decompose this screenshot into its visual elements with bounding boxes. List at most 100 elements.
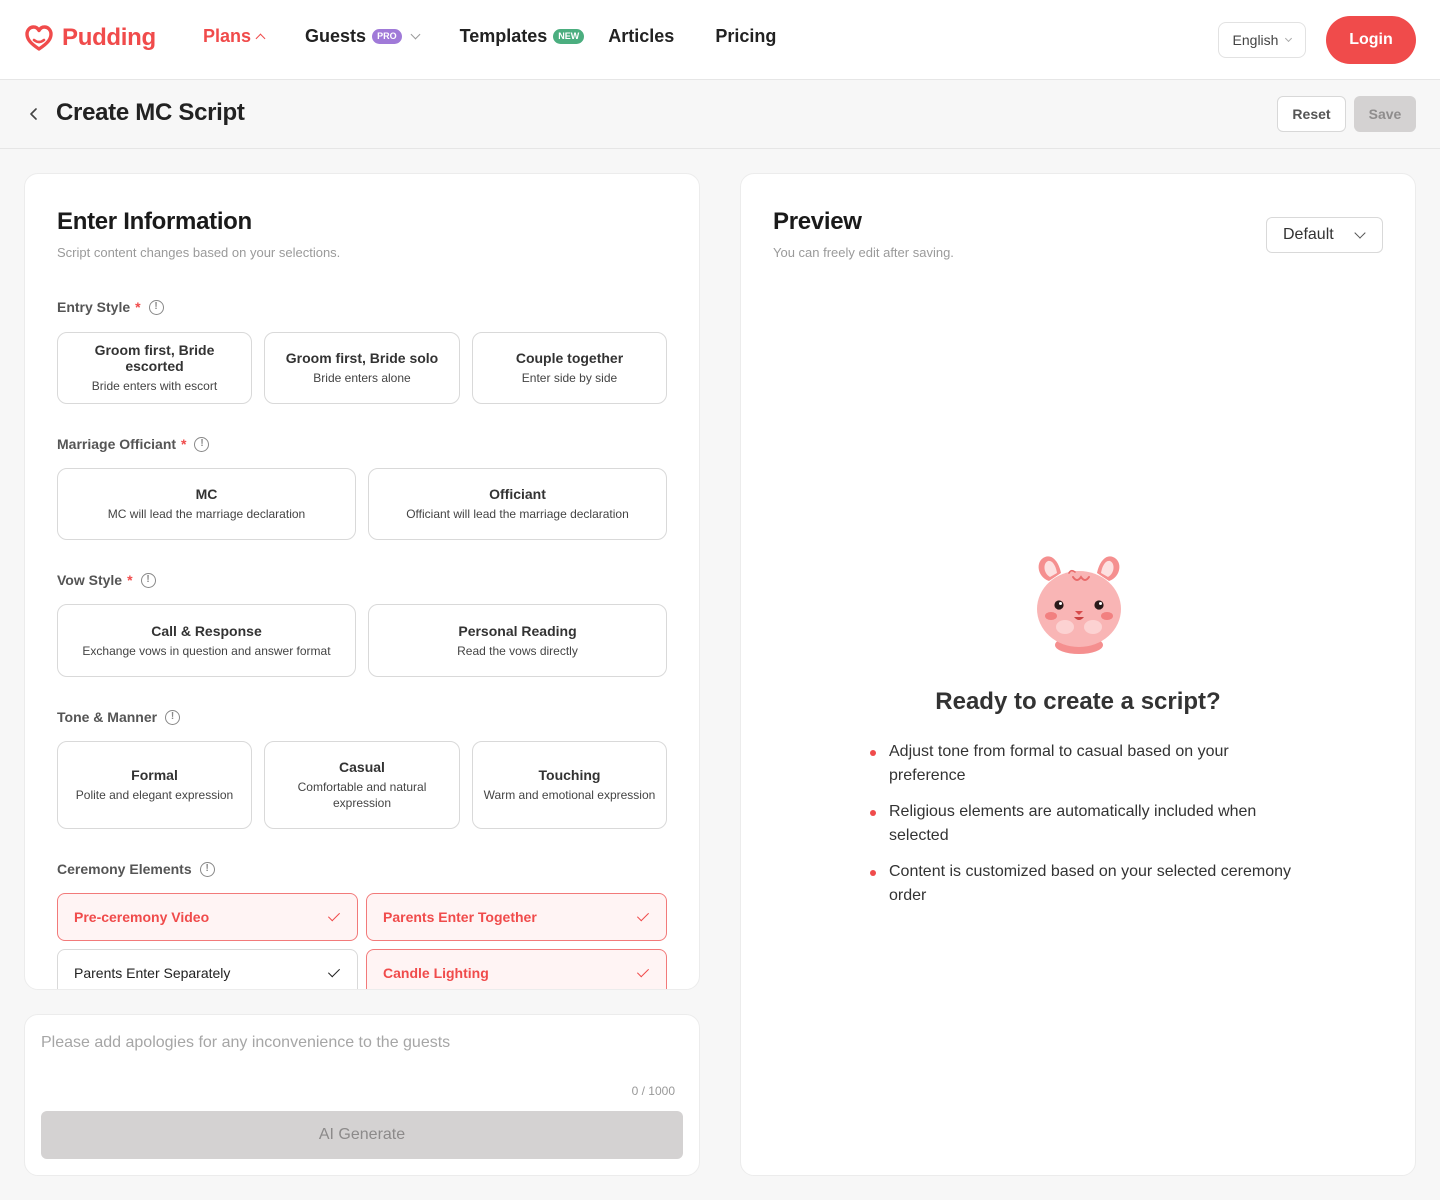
option-description: Bride enters with escort xyxy=(91,379,218,393)
tone-option[interactable]: Formal Polite and elegant expression xyxy=(57,741,252,829)
tone-option[interactable]: Casual Comfortable and natural expressio… xyxy=(264,741,460,829)
vow-style-option[interactable]: Personal Reading Read the vows directly xyxy=(368,604,667,677)
brand-logo[interactable]: Pudding xyxy=(24,24,156,52)
option-title: Groom first, Bride escorted xyxy=(94,342,215,374)
nav-guests[interactable]: Guests PRO xyxy=(305,26,421,47)
feature-item: Content is customized based on your sele… xyxy=(869,860,1309,908)
vow-style-option[interactable]: Call & Response Exchange vows in questio… xyxy=(57,604,356,677)
ceremony-label: Ceremony Elements ! xyxy=(57,861,215,877)
option-description: Polite and elegant expression xyxy=(75,788,234,802)
ceremony-label-text: Ceremony Elements xyxy=(57,861,192,877)
check-icon xyxy=(636,909,650,922)
entry-style-label-text: Entry Style xyxy=(57,299,131,315)
entry-style-option[interactable]: Couple together Enter side by side xyxy=(472,332,667,404)
entry-style-option[interactable]: Groom first, Bride solo Bride enters alo… xyxy=(264,332,460,404)
option-description: Bride enters alone xyxy=(313,371,411,385)
preview-subtitle: You can freely edit after saving. xyxy=(773,245,954,260)
pro-badge: PRO xyxy=(372,29,402,44)
nav-plans-label: Plans xyxy=(203,26,252,46)
nav-guests-label: Guests xyxy=(305,26,367,46)
preview-panel: Preview You can freely edit after saving… xyxy=(740,173,1416,1176)
check-icon xyxy=(327,965,341,978)
main-menu: Plans Guests PRO Templates NEW Articles … xyxy=(203,26,817,47)
save-button[interactable]: Save xyxy=(1354,96,1416,132)
template-select[interactable]: Default xyxy=(1266,217,1383,253)
ceremony-checkbox[interactable]: Parents Enter Together xyxy=(366,893,667,941)
bunny-mascot-illustration xyxy=(1037,556,1121,654)
nav-pricing[interactable]: Pricing xyxy=(715,26,776,47)
option-title: Touching xyxy=(538,767,601,783)
template-value: Default xyxy=(1283,226,1334,243)
info-icon[interactable]: ! xyxy=(148,299,164,315)
ai-generate-button[interactable]: AI Generate xyxy=(41,1111,683,1159)
nav-articles[interactable]: Articles xyxy=(608,26,674,47)
tone-option[interactable]: Touching Warm and emotional expression xyxy=(472,741,667,829)
page-title: Create MC Script xyxy=(56,99,245,126)
information-form-panel: Enter Information Script content changes… xyxy=(24,173,700,990)
option-title: Personal Reading xyxy=(458,622,577,639)
option-title: Call & Response xyxy=(151,622,262,639)
check-icon xyxy=(636,965,650,978)
ceremony-checkbox[interactable]: Pre-ceremony Video xyxy=(57,893,358,941)
feature-list: Adjust tone from formal to casual based … xyxy=(869,740,1309,920)
ceremony-checkbox[interactable]: Parents Enter Separately xyxy=(57,949,358,989)
vow-style-label: Vow Style * ! xyxy=(57,572,156,588)
character-counter: 0 / 1000 xyxy=(631,1084,675,1098)
required-marker: * xyxy=(135,299,141,315)
entry-style-option[interactable]: Groom first, Bride escorted Bride enters… xyxy=(57,332,252,404)
checkbox-label: Pre-ceremony Video xyxy=(74,909,210,925)
form-subtitle: Script content changes based on your sel… xyxy=(57,245,341,260)
required-marker: * xyxy=(127,572,133,588)
option-title: Formal xyxy=(131,767,178,783)
option-description: Warm and emotional expression xyxy=(483,788,656,802)
checkbox-label: Candle Lighting xyxy=(383,965,489,981)
preview-title: Preview xyxy=(773,208,862,235)
info-icon[interactable]: ! xyxy=(140,572,156,588)
language-select[interactable]: English xyxy=(1218,22,1306,58)
top-navigation: Pudding Plans Guests PRO Templates NEW A… xyxy=(0,0,1440,80)
officiant-option[interactable]: MC MC will lead the marriage declaration xyxy=(57,468,356,540)
option-title: Groom first, Bride solo xyxy=(285,350,439,366)
chevron-down-icon xyxy=(1354,227,1366,239)
page-header: Create MC Script Reset Save xyxy=(0,80,1440,149)
notes-textarea[interactable]: Please add apologies for any inconvenien… xyxy=(41,1034,450,1052)
option-description: Officiant will lead the marriage declara… xyxy=(406,507,629,521)
heart-logo-icon xyxy=(25,25,53,51)
chevron-down-icon xyxy=(410,29,421,40)
info-icon[interactable]: ! xyxy=(199,861,215,877)
option-title: Officiant xyxy=(489,486,546,502)
nav-templates-label: Templates xyxy=(459,26,548,46)
new-badge: NEW xyxy=(553,29,585,44)
officiant-label: Marriage Officiant * ! xyxy=(57,436,210,452)
entry-style-label: Entry Style * ! xyxy=(57,299,164,315)
nav-articles-label: Articles xyxy=(608,26,675,46)
option-description: Read the vows directly xyxy=(457,643,578,658)
officiant-label-text: Marriage Officiant xyxy=(57,436,177,452)
officiant-option[interactable]: Officiant Officiant will lead the marria… xyxy=(368,468,667,540)
option-title: MC xyxy=(195,486,218,502)
feature-item: Adjust tone from formal to casual based … xyxy=(869,740,1309,788)
nav-plans[interactable]: Plans xyxy=(203,26,266,47)
info-icon[interactable]: ! xyxy=(194,436,210,452)
option-title: Casual xyxy=(339,759,385,775)
option-description: Enter side by side xyxy=(521,371,618,385)
empty-state-title: Ready to create a script? xyxy=(935,688,1221,715)
required-marker: * xyxy=(181,436,187,452)
info-icon[interactable]: ! xyxy=(165,709,181,725)
feature-item: Religious elements are automatically inc… xyxy=(869,800,1309,848)
reset-button[interactable]: Reset xyxy=(1277,96,1346,132)
back-arrow-icon[interactable] xyxy=(28,108,40,120)
chevron-down-icon xyxy=(1285,34,1293,42)
form-title: Enter Information xyxy=(57,208,252,235)
login-button[interactable]: Login xyxy=(1326,16,1416,64)
option-description: MC will lead the marriage declaration xyxy=(107,507,306,521)
option-description: Comfortable and natural expression xyxy=(297,780,427,810)
checkbox-label: Parents Enter Together xyxy=(383,909,537,925)
nav-templates[interactable]: Templates NEW xyxy=(460,26,585,47)
tone-label: Tone & Manner ! xyxy=(57,709,181,725)
vow-style-label-text: Vow Style xyxy=(57,572,123,588)
brand-name: Pudding xyxy=(62,24,156,51)
ceremony-checkbox[interactable]: Candle Lighting xyxy=(366,949,667,989)
tone-label-text: Tone & Manner xyxy=(57,709,158,725)
option-title: Couple together xyxy=(515,350,624,366)
